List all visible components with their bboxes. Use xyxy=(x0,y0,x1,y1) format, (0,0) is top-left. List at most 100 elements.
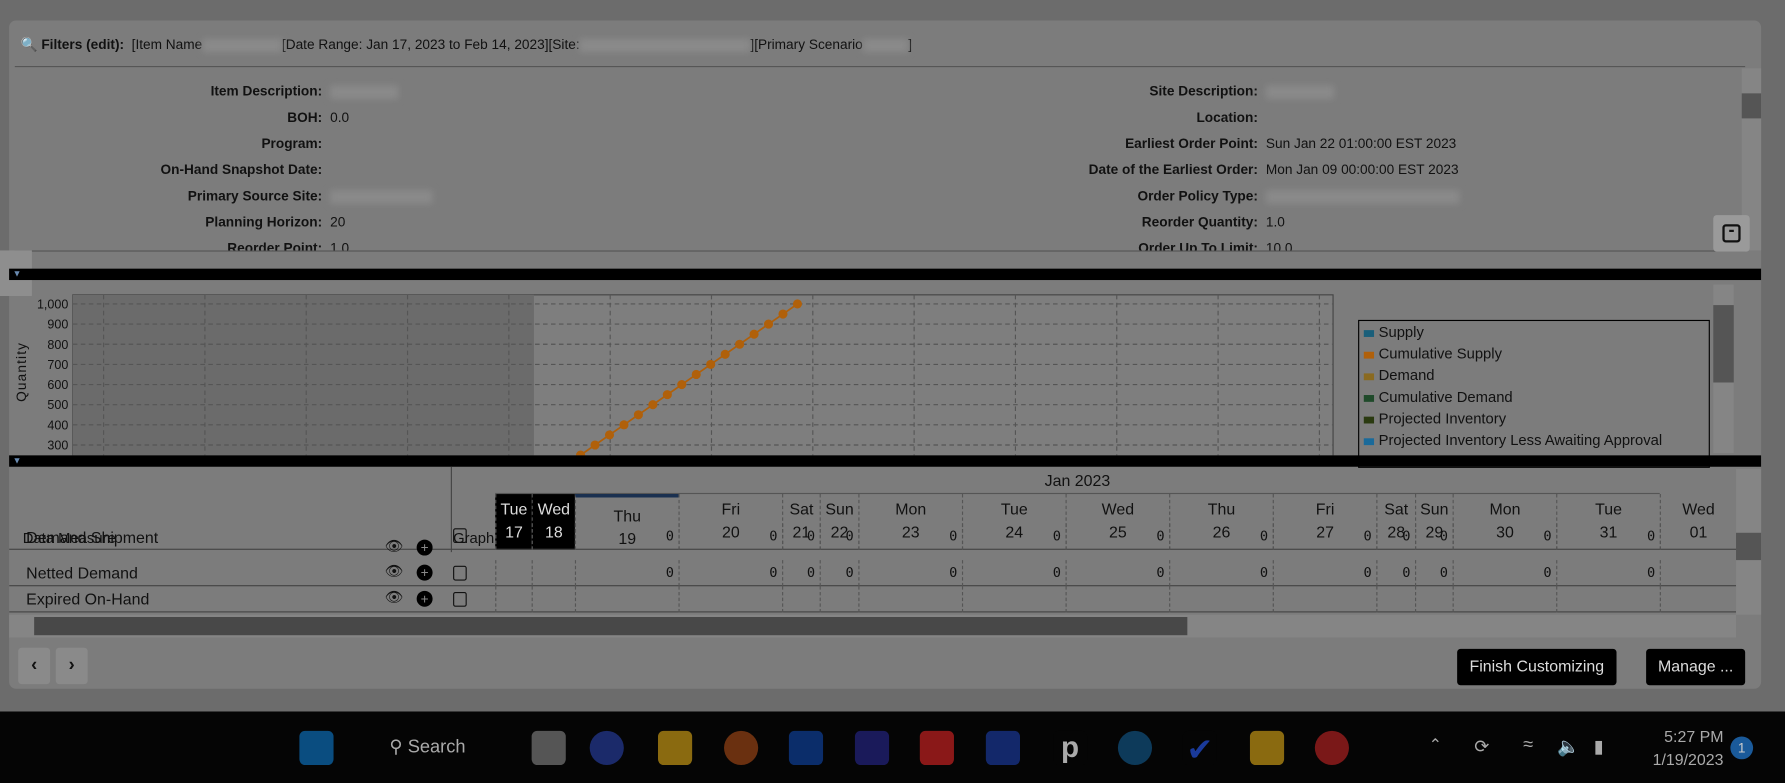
grid-cell[interactable] xyxy=(531,560,575,587)
grid-cell[interactable]: 0 xyxy=(1556,523,1660,550)
detail-value: Mon Jan 09 00:00:00 EST 2023 xyxy=(1265,161,1459,178)
taskbar-search[interactable]: ⚲ Search xyxy=(389,735,465,758)
grid-cell[interactable] xyxy=(1659,560,1736,587)
collapse-button[interactable]: - xyxy=(1713,215,1750,252)
grid-cell[interactable]: 0 xyxy=(961,560,1066,587)
grid-cell[interactable] xyxy=(495,586,531,613)
zoom-app-icon[interactable] xyxy=(589,730,624,765)
grid-cell[interactable]: 0 xyxy=(1272,560,1377,587)
file-explorer-icon[interactable] xyxy=(657,730,693,765)
grid-cell[interactable] xyxy=(1415,586,1453,613)
data-point xyxy=(778,309,788,319)
next-button[interactable]: › xyxy=(55,647,88,685)
teams-icon[interactable] xyxy=(854,730,890,765)
grid-cell[interactable]: 0 xyxy=(1376,560,1415,587)
detail-label: Site Description: xyxy=(1149,83,1258,100)
data-point xyxy=(662,390,672,400)
sticky-notes-icon[interactable] xyxy=(1249,730,1285,765)
grid-cell[interactable] xyxy=(531,586,575,613)
app-s-blue-icon[interactable] xyxy=(985,730,1020,765)
finish-customizing-button[interactable]: Finish Customizing xyxy=(1457,648,1617,686)
grid-cell[interactable]: 0 xyxy=(782,560,820,587)
grid-cell[interactable] xyxy=(1376,586,1415,613)
volume-icon[interactable]: 🔈 xyxy=(1557,735,1580,758)
detail-value: 1.0 xyxy=(1265,214,1285,230)
horizontal-scrollbar[interactable] xyxy=(9,614,1737,638)
add-icon[interactable]: + xyxy=(416,564,433,581)
grid-cell[interactable] xyxy=(1452,586,1557,613)
grid-cell[interactable] xyxy=(1556,586,1660,613)
grid-cell[interactable]: 0 xyxy=(858,523,962,550)
filters-edit-link[interactable]: Filters (edit): xyxy=(41,36,124,52)
data-point xyxy=(735,339,745,349)
grid-cell[interactable] xyxy=(858,586,962,613)
eye-icon[interactable]: 👁 xyxy=(385,537,404,555)
grid-cell[interactable]: 0 xyxy=(819,560,859,587)
windows-start-icon[interactable] xyxy=(299,730,334,765)
app-s-red-icon[interactable] xyxy=(919,730,954,765)
grid-cell[interactable]: 0 xyxy=(1169,523,1273,550)
grid-cell[interactable]: 0 xyxy=(574,523,679,550)
chevron-up-icon[interactable]: ⌃ xyxy=(1429,735,1442,754)
powerpoint-icon[interactable] xyxy=(1314,730,1349,765)
sync-icon[interactable]: ⟳ xyxy=(1474,735,1489,758)
grid-cell[interactable] xyxy=(1659,586,1736,613)
edge-icon[interactable] xyxy=(1117,730,1153,765)
add-icon[interactable]: + xyxy=(416,539,433,556)
grid-cell[interactable] xyxy=(531,523,575,550)
battery-icon[interactable]: ▮ xyxy=(1594,735,1604,758)
grid-scrollbar[interactable] xyxy=(1736,469,1762,615)
grid-cell[interactable]: 0 xyxy=(1065,560,1170,587)
day-name: Wed xyxy=(1101,499,1135,518)
grid-cell[interactable] xyxy=(1169,586,1273,613)
eye-icon[interactable]: 👁 xyxy=(385,562,404,580)
graph-checkbox[interactable] xyxy=(453,565,467,581)
notification-badge[interactable]: 1 xyxy=(1730,736,1754,760)
graph-checkbox[interactable] xyxy=(453,591,467,607)
splitter-bar[interactable]: ▼ xyxy=(9,455,1762,467)
grid-cell[interactable] xyxy=(819,586,859,613)
grid-cell[interactable] xyxy=(495,560,531,587)
data-point xyxy=(619,420,629,430)
splitter-bar[interactable]: ▼ xyxy=(9,268,1762,281)
app-p-icon[interactable]: p xyxy=(1053,731,1088,765)
grid-cell[interactable]: 0 xyxy=(782,523,820,550)
chart-scrollbar[interactable] xyxy=(1713,284,1734,454)
manage-button[interactable]: Manage ... xyxy=(1646,648,1746,686)
chrome-icon[interactable] xyxy=(724,730,759,765)
filters-bar[interactable]: 🔍 Filters (edit): [Item Name [Date Range:… xyxy=(20,36,912,52)
grid-cell[interactable]: 0 xyxy=(1065,523,1170,550)
todo-icon[interactable]: ✔ xyxy=(1182,730,1217,767)
grid-cell[interactable] xyxy=(574,586,679,613)
grid-cell[interactable]: 0 xyxy=(678,523,782,550)
clock[interactable]: 5:27 PM 1/19/2023 xyxy=(1635,725,1724,771)
grid-cell[interactable] xyxy=(678,586,782,613)
prev-button[interactable]: ‹ xyxy=(18,647,51,685)
grid-cell[interactable]: 0 xyxy=(1556,560,1660,587)
grid-cell[interactable]: 0 xyxy=(574,560,679,587)
grid-cell[interactable] xyxy=(495,523,531,550)
minus-icon: - xyxy=(1722,221,1741,243)
grid-cell[interactable]: 0 xyxy=(961,523,1066,550)
task-view-icon[interactable] xyxy=(531,730,566,765)
grid-cell[interactable]: 0 xyxy=(1452,523,1557,550)
grid-cell[interactable]: 0 xyxy=(819,523,859,550)
grid-cell[interactable] xyxy=(782,586,820,613)
grid-cell[interactable]: 0 xyxy=(1272,523,1377,550)
add-icon[interactable]: + xyxy=(416,590,433,607)
grid-cell[interactable] xyxy=(1659,523,1736,550)
grid-cell[interactable]: 0 xyxy=(1452,560,1557,587)
grid-cell[interactable] xyxy=(961,586,1066,613)
grid-cell[interactable]: 0 xyxy=(858,560,962,587)
grid-cell[interactable]: 0 xyxy=(1376,523,1415,550)
graph-checkbox[interactable] xyxy=(453,528,467,544)
outlook-icon[interactable] xyxy=(788,730,824,765)
grid-cell[interactable]: 0 xyxy=(1415,560,1453,587)
grid-cell[interactable] xyxy=(1272,586,1377,613)
grid-cell[interactable]: 0 xyxy=(1415,523,1453,550)
wifi-icon[interactable]: ≈ xyxy=(1523,735,1533,755)
eye-icon[interactable]: 👁 xyxy=(385,589,404,607)
grid-cell[interactable]: 0 xyxy=(1169,560,1273,587)
grid-cell[interactable]: 0 xyxy=(678,560,782,587)
grid-cell[interactable] xyxy=(1065,586,1170,613)
